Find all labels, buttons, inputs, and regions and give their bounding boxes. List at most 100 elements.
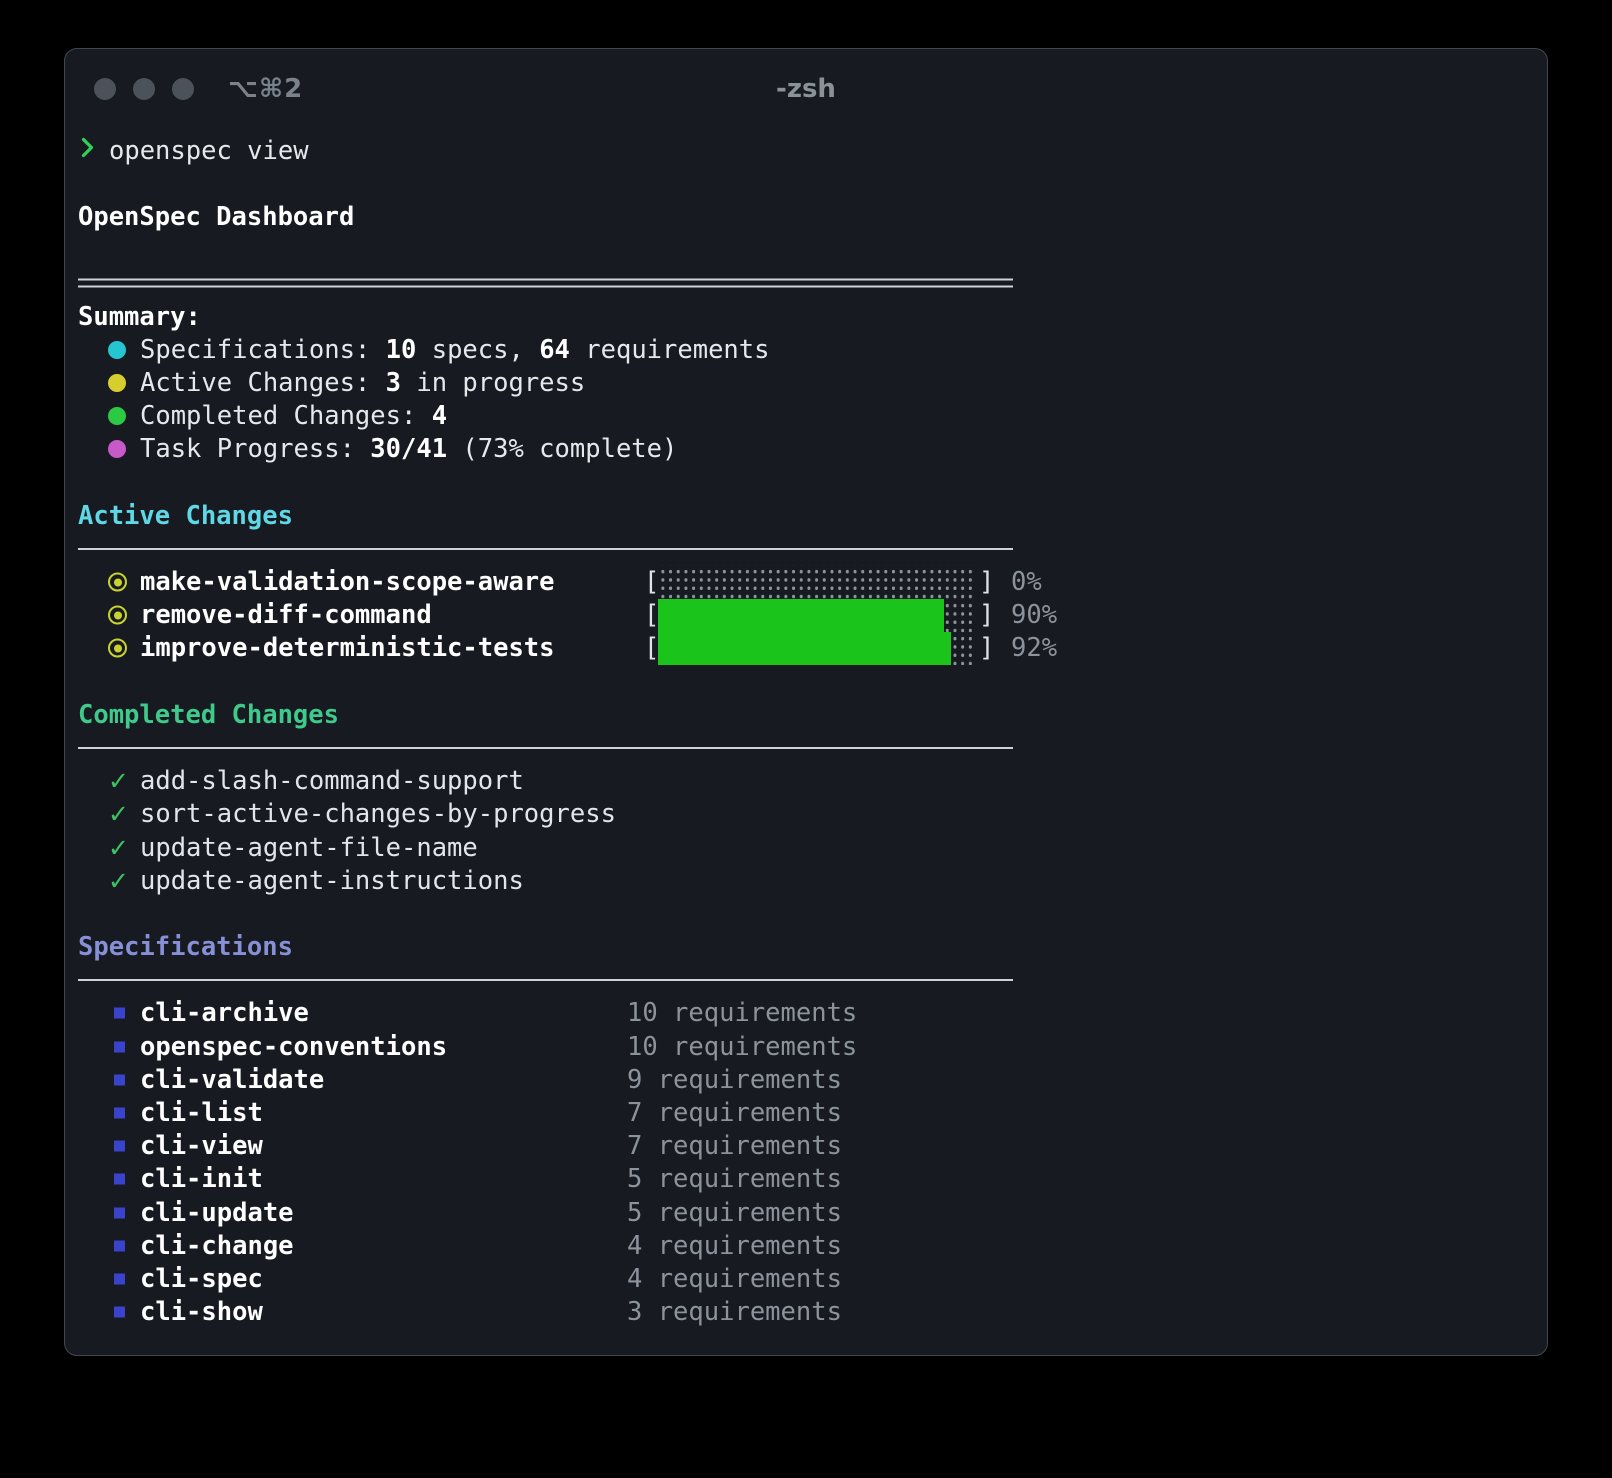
green-dot-icon	[108, 407, 126, 425]
terminal-window: ⌥⌘2 -zsh openspec view OpenSpec Dashboar…	[64, 48, 1548, 1356]
spec-name: openspec-conventions	[140, 1032, 447, 1062]
summary-mid: in progress	[401, 368, 585, 398]
spec-name: cli-view	[140, 1131, 263, 1161]
spec-row: cli-view 7 requirements	[78, 1130, 1534, 1163]
change-name: make-validation-scope-aware	[140, 567, 555, 597]
blue-square-icon	[114, 1207, 125, 1218]
summary-label: Completed Changes:	[140, 401, 432, 431]
summary-item-task-progress: Task Progress: 30/41 (73% complete)	[78, 433, 1534, 466]
magenta-dot-icon	[108, 440, 126, 458]
terminal-screen[interactable]: openspec view OpenSpec Dashboard Summary…	[65, 128, 1547, 1329]
completed-change-row: ✓ add-slash-command-support	[78, 765, 1534, 798]
spec-requirements: 7 requirements	[627, 1098, 842, 1128]
summary-item-completed-changes: Completed Changes: 4	[78, 400, 1534, 433]
summary-value: 4	[432, 401, 447, 431]
dashboard-title-line: OpenSpec Dashboard	[78, 200, 1534, 233]
spec-row: cli-init 5 requirements	[78, 1163, 1534, 1196]
summary-item-text: Specifications: 10 specs, 64 requirement…	[140, 335, 770, 365]
specifications-heading-line: Specifications	[78, 931, 1534, 964]
spec-row: cli-spec 4 requirements	[78, 1262, 1534, 1295]
progress-fill	[658, 632, 951, 665]
spec-row: openspec-conventions 10 requirements	[78, 1030, 1534, 1063]
double-separator-line	[78, 267, 1534, 300]
spec-row: cli-show 3 requirements	[78, 1296, 1534, 1329]
fisheye-bullet-icon	[108, 639, 127, 658]
summary-value: 10	[386, 335, 417, 365]
active-changes-heading: Active Changes	[78, 501, 293, 531]
cyan-dot-icon	[108, 341, 126, 359]
completed-change-name: add-slash-command-support	[140, 766, 524, 796]
spacer	[78, 665, 1534, 698]
spec-name: cli-init	[140, 1164, 263, 1194]
window-title: -zsh	[65, 74, 1547, 104]
blue-square-icon	[114, 1141, 125, 1152]
summary-item-active-changes: Active Changes: 3 in progress	[78, 366, 1534, 399]
spec-name: cli-list	[140, 1098, 263, 1128]
spec-requirements: 4 requirements	[627, 1231, 842, 1261]
blue-square-icon	[114, 1240, 125, 1251]
spacer	[78, 234, 1534, 267]
rule	[78, 548, 1013, 550]
active-change-row: improve-deterministic-tests [ ] 92%	[78, 632, 1534, 665]
spec-requirements: 5 requirements	[627, 1198, 842, 1228]
spec-requirements: 3 requirements	[627, 1297, 842, 1327]
blue-square-icon	[114, 1108, 125, 1119]
spec-name: cli-spec	[140, 1264, 263, 1294]
completed-change-name: update-agent-instructions	[140, 866, 524, 896]
spec-row: cli-list 7 requirements	[78, 1096, 1534, 1129]
spec-name: cli-archive	[140, 998, 309, 1028]
progress-percent: 0%	[1011, 567, 1042, 597]
spec-name: cli-show	[140, 1297, 263, 1327]
spec-name: cli-validate	[140, 1065, 324, 1095]
completed-change-row: ✓ update-agent-instructions	[78, 864, 1534, 897]
bracket-close: ]	[979, 567, 994, 597]
completed-change-row: ✓ sort-active-changes-by-progress	[78, 798, 1534, 831]
prompt-line: openspec view	[78, 134, 1534, 167]
progress-bar	[658, 599, 976, 632]
summary-label: Active Changes:	[140, 368, 386, 398]
blue-square-icon	[114, 1041, 125, 1052]
spec-requirements: 10 requirements	[627, 1032, 857, 1062]
spec-row: cli-validate 9 requirements	[78, 1063, 1534, 1096]
progress-bar	[658, 632, 976, 665]
blue-square-icon	[114, 1307, 125, 1318]
progress-percent: 90%	[1011, 600, 1057, 630]
completed-changes-heading-line: Completed Changes	[78, 698, 1534, 731]
bracket-close: ]	[979, 600, 994, 630]
bracket-close: ]	[979, 633, 994, 663]
command-text: openspec view	[109, 136, 309, 166]
completed-change-row: ✓ update-agent-file-name	[78, 831, 1534, 864]
blue-square-icon	[114, 1074, 125, 1085]
check-icon: ✓	[108, 800, 129, 829]
active-changes-heading-line: Active Changes	[78, 499, 1534, 532]
double-rule	[78, 279, 1013, 288]
summary-value: 30/41	[370, 434, 447, 464]
separator-line	[78, 731, 1534, 764]
active-change-row: make-validation-scope-aware [ ] 0%	[78, 565, 1534, 598]
blue-square-icon	[114, 1008, 125, 1019]
blue-square-icon	[114, 1174, 125, 1185]
spec-requirements: 7 requirements	[627, 1131, 842, 1161]
summary-value: 3	[386, 368, 401, 398]
completed-change-name: sort-active-changes-by-progress	[140, 799, 616, 829]
summary-mid: (73% complete)	[447, 434, 677, 464]
progress-percent: 92%	[1011, 633, 1057, 663]
spec-name: cli-update	[140, 1198, 294, 1228]
separator-line	[78, 532, 1534, 565]
check-icon: ✓	[108, 767, 129, 796]
rule	[78, 979, 1013, 981]
summary-suffix: requirements	[570, 335, 770, 365]
blue-square-icon	[114, 1273, 125, 1284]
specifications-heading: Specifications	[78, 932, 293, 962]
prompt-chevron-icon	[80, 136, 95, 166]
summary-value: 64	[539, 335, 570, 365]
fisheye-bullet-icon	[108, 573, 127, 592]
spec-row: cli-archive 10 requirements	[78, 997, 1534, 1030]
summary-heading-line: Summary:	[78, 300, 1534, 333]
summary-item-specifications: Specifications: 10 specs, 64 requirement…	[78, 333, 1534, 366]
titlebar[interactable]: ⌥⌘2 -zsh	[65, 49, 1547, 128]
progress-fill	[658, 599, 944, 632]
yellow-dot-icon	[108, 374, 126, 392]
separator-line	[78, 964, 1534, 997]
spec-requirements: 10 requirements	[627, 998, 857, 1028]
